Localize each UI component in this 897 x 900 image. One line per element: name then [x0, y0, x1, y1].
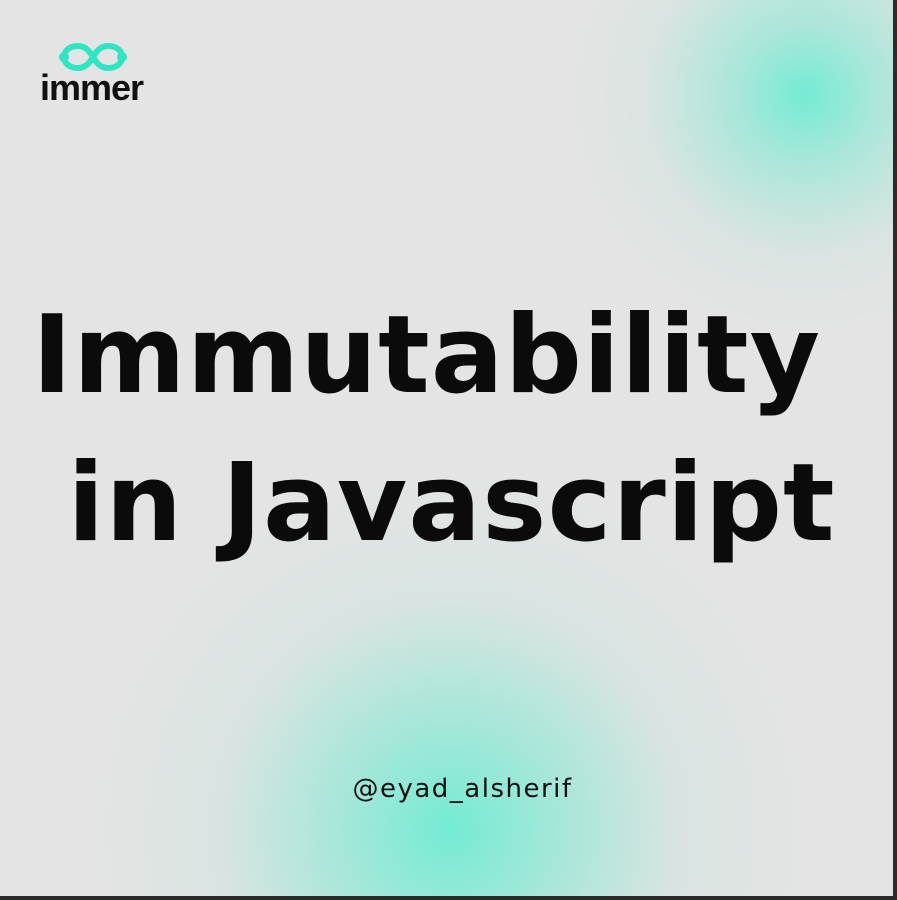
author-handle: @eyad_alsherif [352, 774, 573, 804]
brand-name: immer [40, 67, 144, 108]
title-line-1: Immutability [31, 293, 822, 418]
slide-canvas: immer Immutability in Javascript @eyad_a… [0, 0, 895, 898]
page-title: Immutability in Javascript [0, 282, 893, 578]
title-line-2: in Javascript [67, 441, 836, 566]
brand-logo: immer [40, 38, 160, 114]
